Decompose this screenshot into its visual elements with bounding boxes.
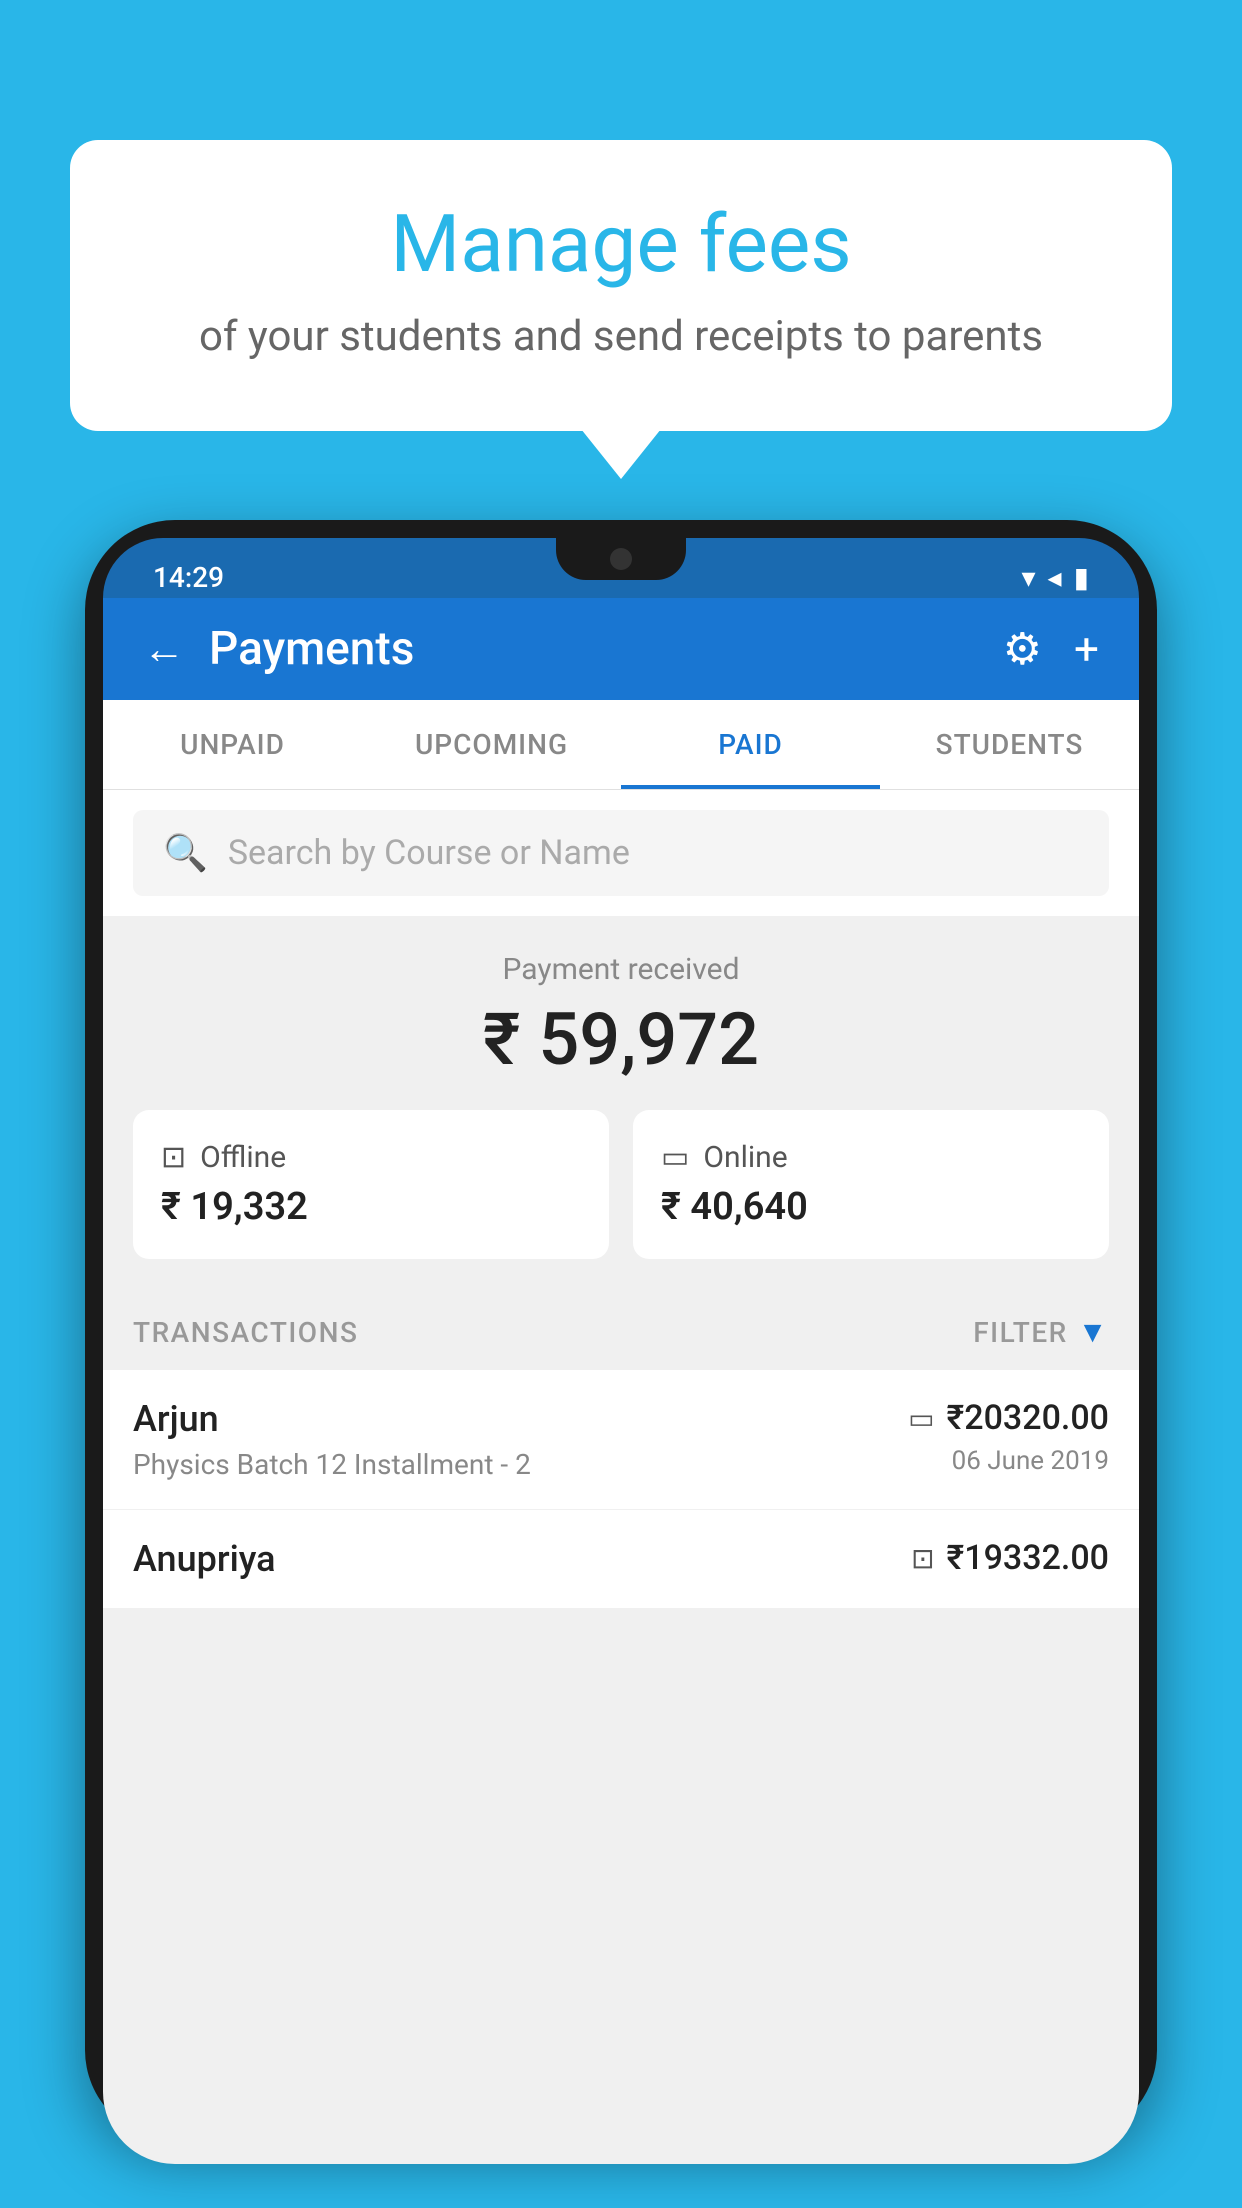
- online-card-header: ▭ Online: [661, 1140, 1081, 1175]
- phone-container: 14:29 ▾ ◂ ▮ ← Payments ⚙ +: [85, 520, 1157, 2208]
- payment-received-section: Payment received ₹ 59,972: [103, 916, 1139, 1110]
- wifi-icon: ▾: [1021, 561, 1035, 594]
- phone-frame: 14:29 ▾ ◂ ▮ ← Payments ⚙ +: [85, 520, 1157, 2140]
- filter-icon: ▼: [1078, 1315, 1109, 1350]
- search-input[interactable]: Search by Course or Name: [228, 833, 630, 873]
- offline-payment-icon: ⊡: [911, 1542, 934, 1575]
- speech-bubble-container: Manage fees of your students and send re…: [70, 140, 1172, 431]
- transaction-amount: ₹19332.00: [947, 1538, 1109, 1578]
- offline-icon: ⊡: [161, 1140, 186, 1175]
- payment-received-label: Payment received: [133, 952, 1109, 987]
- signal-icon: ◂: [1048, 561, 1062, 594]
- transactions-header: TRANSACTIONS FILTER ▼: [103, 1287, 1139, 1370]
- transaction-left-anupriya: Anupriya: [133, 1538, 276, 1580]
- transactions-list: Arjun Physics Batch 12 Installment - 2 ▭…: [103, 1370, 1139, 1609]
- transaction-right-arjun: ▭ ₹20320.00 06 June 2019: [908, 1398, 1109, 1476]
- status-bar: 14:29 ▾ ◂ ▮: [103, 538, 1139, 598]
- transaction-name: Arjun: [133, 1398, 531, 1440]
- payment-received-amount: ₹ 59,972: [133, 997, 1109, 1082]
- online-amount: ₹ 40,640: [661, 1185, 1081, 1229]
- transaction-date: 06 June 2019: [952, 1446, 1109, 1476]
- app-header: ← Payments ⚙ +: [103, 598, 1139, 700]
- status-icons: ▾ ◂ ▮: [1021, 561, 1089, 594]
- tab-upcoming[interactable]: UPCOMING: [362, 700, 621, 789]
- offline-card: ⊡ Offline ₹ 19,332: [133, 1110, 609, 1259]
- page-title: Payments: [209, 622, 979, 676]
- online-card: ▭ Online ₹ 40,640: [633, 1110, 1109, 1259]
- transaction-left-arjun: Arjun Physics Batch 12 Installment - 2: [133, 1398, 531, 1481]
- bubble-title: Manage fees: [150, 200, 1092, 288]
- offline-card-header: ⊡ Offline: [161, 1140, 581, 1175]
- search-icon: 🔍: [163, 832, 208, 874]
- payment-cards: ⊡ Offline ₹ 19,332 ▭ Online ₹ 40,640: [103, 1110, 1139, 1287]
- settings-icon[interactable]: ⚙: [1003, 623, 1042, 675]
- tab-paid[interactable]: PAID: [621, 700, 880, 789]
- transaction-amount-row: ⊡ ₹19332.00: [911, 1538, 1109, 1578]
- transaction-course: Physics Batch 12 Installment - 2: [133, 1448, 531, 1481]
- tab-students[interactable]: STUDENTS: [880, 700, 1139, 789]
- transaction-amount-row: ▭ ₹20320.00: [908, 1398, 1109, 1438]
- online-label: Online: [703, 1140, 787, 1175]
- table-row[interactable]: Anupriya ⊡ ₹19332.00: [103, 1510, 1139, 1609]
- app-screen: ← Payments ⚙ + UNPAID UPCOMING PAID STUD…: [103, 598, 1139, 2164]
- notch: [556, 538, 686, 580]
- bubble-subtitle: of your students and send receipts to pa…: [150, 312, 1092, 361]
- battery-icon: ▮: [1074, 561, 1089, 594]
- transaction-amount: ₹20320.00: [947, 1398, 1109, 1438]
- header-icons: ⚙ +: [1003, 623, 1099, 675]
- filter-label: FILTER: [973, 1316, 1068, 1349]
- add-icon[interactable]: +: [1074, 623, 1099, 675]
- back-button[interactable]: ←: [143, 625, 185, 674]
- transactions-label: TRANSACTIONS: [133, 1316, 358, 1349]
- camera: [610, 548, 632, 570]
- tabs-container: UNPAID UPCOMING PAID STUDENTS: [103, 700, 1139, 790]
- tab-unpaid[interactable]: UNPAID: [103, 700, 362, 789]
- speech-bubble: Manage fees of your students and send re…: [70, 140, 1172, 431]
- search-container: 🔍 Search by Course or Name: [103, 790, 1139, 916]
- status-time: 14:29: [153, 561, 224, 594]
- transaction-right-anupriya: ⊡ ₹19332.00: [911, 1538, 1109, 1578]
- search-box[interactable]: 🔍 Search by Course or Name: [133, 810, 1109, 896]
- online-icon: ▭: [661, 1140, 689, 1175]
- offline-label: Offline: [200, 1140, 286, 1175]
- filter-button[interactable]: FILTER ▼: [973, 1315, 1109, 1350]
- card-payment-icon: ▭: [908, 1402, 934, 1435]
- table-row[interactable]: Arjun Physics Batch 12 Installment - 2 ▭…: [103, 1370, 1139, 1510]
- transaction-name: Anupriya: [133, 1538, 276, 1580]
- offline-amount: ₹ 19,332: [161, 1185, 581, 1229]
